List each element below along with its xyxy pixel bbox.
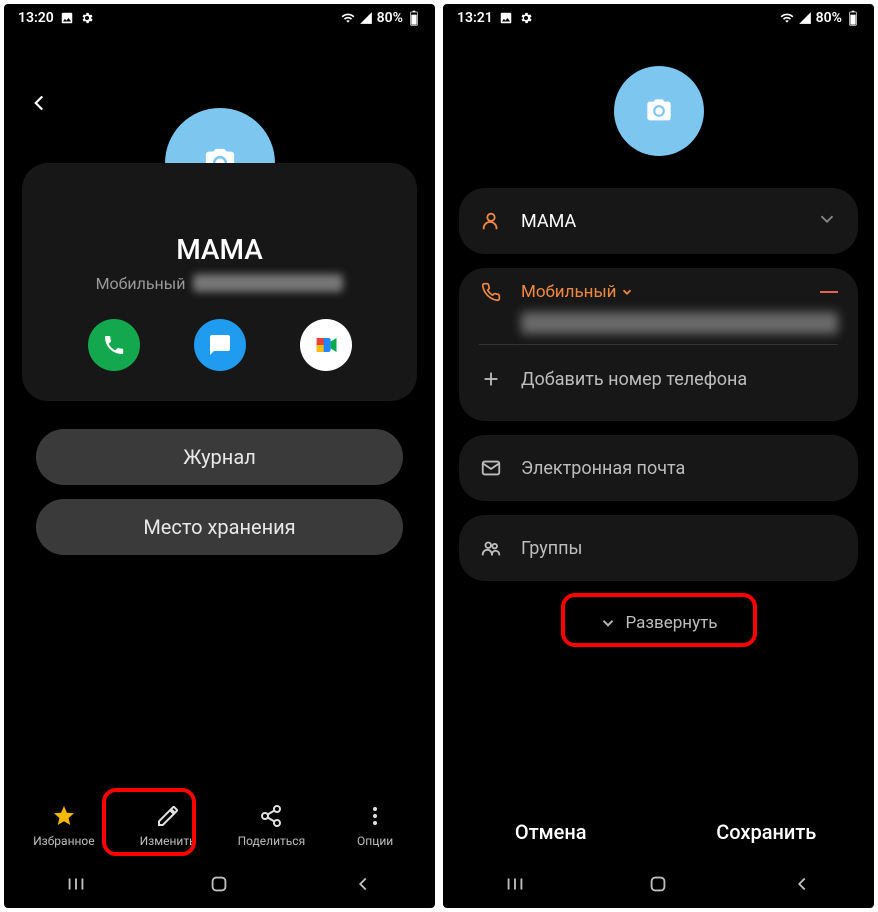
back-nav[interactable] [352,873,374,899]
home-nav[interactable] [647,873,669,899]
share-icon [257,802,285,830]
phone-type-label: Мобильный [96,274,186,293]
battery-icon [846,11,860,25]
settings-icon [519,11,533,25]
cancel-label: Отмена [515,820,587,844]
video-call-button[interactable] [300,319,352,371]
contact-name: МАМА [42,233,397,266]
phone-icon [102,333,126,357]
phone-type-row[interactable]: Мобильный [479,282,838,302]
edit-label: Изменить [140,834,196,848]
share-label: Поделиться [238,834,306,848]
star-icon [50,802,78,830]
groups-field-box: Группы [459,515,858,581]
cancel-button[interactable]: Отмена [443,820,659,844]
mail-icon [479,457,503,479]
chevron-down-icon [599,614,617,632]
nav-bar [443,864,874,908]
name-value: МАМА [521,211,798,232]
groups-label: Группы [521,538,838,559]
name-field[interactable]: МАМА [479,188,838,254]
action-row [42,319,397,371]
add-phone-row[interactable]: Добавить номер телефона [479,355,838,403]
home-nav[interactable] [208,873,230,899]
remove-phone-button[interactable] [820,291,838,293]
pencil-icon [154,802,182,830]
phone-field-box: Мобильный Добавить номер телефона [459,268,858,421]
phone-number-redacted [193,274,343,292]
save-label: Сохранить [716,820,816,844]
battery-text: 80% [816,10,842,26]
recents-nav[interactable] [504,873,526,899]
contact-card: МАМА Мобильный [22,163,417,401]
phone-row: Мобильный [42,274,397,293]
phone-type-label: Мобильный [521,282,616,302]
battery-text: 80% [377,10,403,26]
status-bar: 13:20 80% [4,4,435,32]
signal-icon [798,11,812,25]
phone-number-row[interactable] [479,312,838,334]
save-button[interactable]: Сохранить [659,820,875,844]
email-label: Электронная почта [521,458,838,479]
wifi-icon [341,11,355,25]
plus-icon [479,368,503,390]
meet-icon [312,331,340,359]
camera-icon [645,97,673,125]
storage-button[interactable]: Место хранения [36,499,403,555]
bottom-bar: Избранное Изменить Поделиться Опции [4,790,435,864]
favorite-label: Избранное [33,834,95,848]
expand-label: Развернуть [625,613,717,633]
nav-bar [4,864,435,908]
status-bar: 13:21 80% [443,4,874,32]
email-field[interactable]: Электронная почта [479,435,838,501]
edit-button[interactable]: Изменить [123,802,213,848]
call-button[interactable] [88,319,140,371]
share-button[interactable]: Поделиться [226,802,316,848]
options-label: Опции [357,834,393,848]
image-icon [499,11,513,25]
image-icon [60,11,74,25]
message-button[interactable] [194,319,246,371]
more-icon [361,802,389,830]
chevron-down-icon [620,285,634,299]
phone-number-redacted [521,312,838,334]
back-nav[interactable] [791,873,813,899]
settings-icon [80,11,94,25]
name-field-box: МАМА [459,188,858,254]
screen-contact-view: 13:20 80% [4,4,435,908]
battery-icon [407,11,421,25]
email-field-box: Электронная почта [459,435,858,501]
status-time: 13:21 [457,10,493,26]
screen-contact-edit: 13:21 80% [443,4,874,908]
groups-field[interactable]: Группы [479,515,838,581]
back-button[interactable] [26,90,52,120]
options-button[interactable]: Опции [330,802,420,848]
add-phone-label: Добавить номер телефона [521,369,838,390]
status-time: 13:20 [18,10,54,26]
chevron-down-icon[interactable] [816,208,838,234]
journal-button[interactable]: Журнал [36,429,403,485]
message-icon [208,333,232,357]
expand-button[interactable]: Развернуть [569,603,749,643]
person-icon [479,210,503,232]
group-icon [479,537,503,559]
phone-type-select[interactable]: Мобильный [521,282,634,302]
journal-label: Журнал [183,445,256,469]
avatar[interactable] [614,66,704,156]
avatar-container [443,66,874,156]
save-bar: Отмена Сохранить [443,802,874,864]
favorite-button[interactable]: Избранное [19,802,109,848]
signal-icon [359,11,373,25]
recents-nav[interactable] [65,873,87,899]
wifi-icon [780,11,794,25]
phone-icon [479,282,503,302]
storage-label: Место хранения [143,515,295,539]
